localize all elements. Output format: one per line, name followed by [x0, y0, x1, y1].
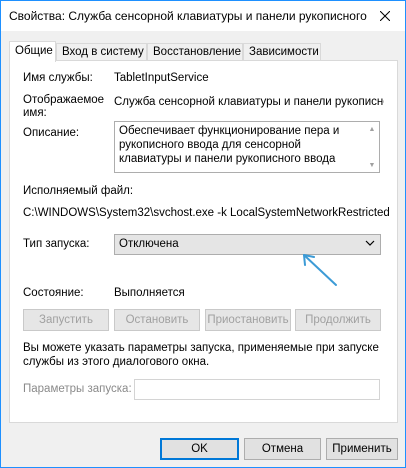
startup-type-label: Тип запуска: — [23, 238, 90, 250]
display-name-label-line1: Отображаемое — [23, 94, 105, 106]
start-params-input[interactable] — [134, 379, 380, 400]
tab-recovery[interactable]: Восстановление — [147, 43, 243, 61]
start-params-label: Параметры запуска: — [23, 383, 132, 395]
annotation-arrow-icon — [303, 254, 337, 286]
startup-type-select[interactable]: Отключена — [114, 234, 381, 255]
service-properties-window: Свойства: Служба сенсорной клавиатуры и … — [0, 0, 406, 468]
description-label: Описание: — [23, 127, 80, 139]
status-label: Состояние: — [23, 287, 84, 299]
window-title: Свойства: Служба сенсорной клавиатуры и … — [9, 9, 367, 23]
chevron-down-icon — [365, 240, 375, 246]
executable-label: Исполняемый файл: — [23, 185, 134, 197]
tab-dependencies[interactable]: Зависимости — [243, 43, 321, 61]
close-icon — [380, 10, 390, 21]
tab-log-on[interactable]: Вход в систему — [56, 43, 147, 61]
pause-service-button[interactable]: Приостановить — [205, 309, 291, 331]
status-value: Выполняется — [114, 287, 185, 299]
start-params-hint-line1: Вы можете указать параметры запуска, при… — [23, 342, 379, 354]
service-name-label: Имя службы: — [23, 72, 93, 84]
apply-button[interactable]: Применить — [326, 438, 398, 460]
title-bar[interactable]: Свойства: Служба сенсорной клавиатуры и … — [1, 1, 405, 31]
scroll-up-arrow-icon[interactable]: ▲ — [366, 123, 378, 135]
executable-path[interactable]: C:\WINDOWS\System32\svchost.exe -k Local… — [23, 207, 389, 219]
service-name-value: TabletInputService — [114, 72, 209, 84]
start-service-button[interactable]: Запустить — [23, 309, 109, 331]
display-name-label-line2: имя: — [23, 107, 47, 119]
startup-type-value: Отключена — [119, 238, 179, 250]
tab-general[interactable]: Общие — [9, 41, 56, 62]
description-box[interactable]: Обеспечивает функционирование пера и рук… — [114, 121, 380, 173]
scroll-down-arrow-icon[interactable]: ▼ — [366, 159, 378, 171]
resume-service-button[interactable]: Продолжить — [295, 309, 381, 331]
stop-service-button[interactable]: Остановить — [114, 309, 200, 331]
close-button[interactable] — [365, 1, 405, 30]
start-params-hint-line2: службы из этого диалогового окна. — [23, 356, 210, 368]
cancel-button[interactable]: Отмена — [244, 438, 321, 460]
description-text: Обеспечивает функционирование пера и рук… — [119, 125, 340, 165]
ok-button[interactable]: OK — [160, 438, 239, 460]
display-name-value[interactable]: Служба сенсорной клавиатуры и панели рук… — [114, 96, 384, 108]
general-tab-panel: Имя службы: TabletInputService Отображае… — [9, 60, 398, 423]
